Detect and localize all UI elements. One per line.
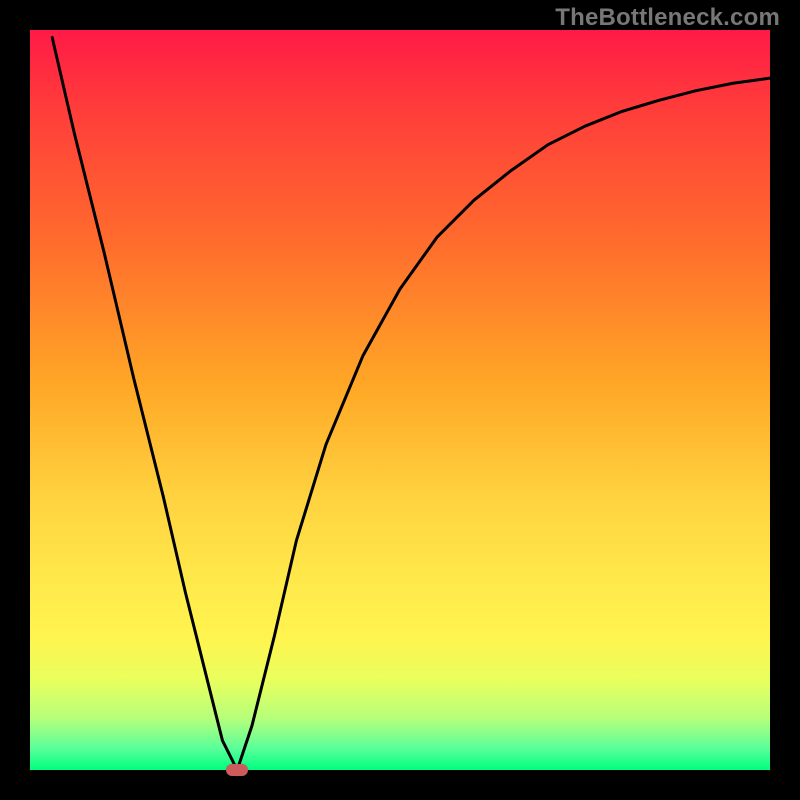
optimal-marker <box>226 764 248 776</box>
watermark-text: TheBottleneck.com <box>555 4 780 32</box>
bottleneck-curve <box>52 37 770 770</box>
curve-layer <box>30 30 770 770</box>
plot-area <box>30 30 770 770</box>
chart-frame: TheBottleneck.com <box>0 0 800 800</box>
